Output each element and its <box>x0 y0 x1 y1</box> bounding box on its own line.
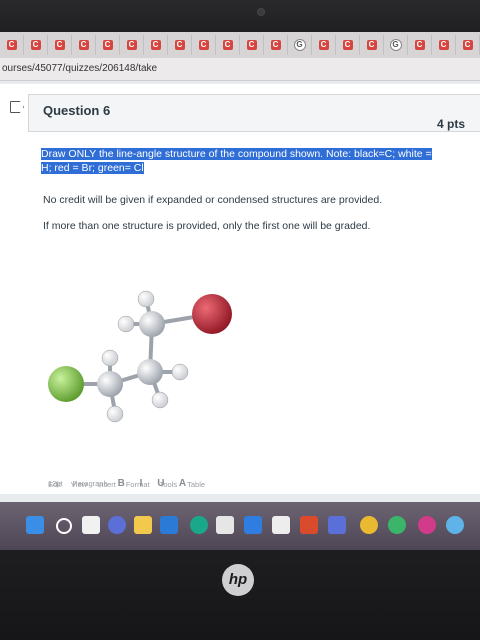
canvas-favicon-icon: C <box>78 40 89 50</box>
first-structure-note: If more than one structure is provided, … <box>43 220 371 232</box>
carbon-atom <box>139 311 165 337</box>
search-icon[interactable] <box>56 518 72 534</box>
canvas-favicon-icon: C <box>54 40 65 50</box>
google-favicon-icon: G <box>389 39 402 51</box>
browser-tab[interactable]: C <box>96 35 120 55</box>
browser-tab[interactable]: C <box>216 35 240 55</box>
canvas-favicon-icon: C <box>246 40 257 50</box>
molecule-model-image <box>48 290 232 423</box>
browser-tab[interactable]: C <box>24 35 48 55</box>
format-buttons[interactable]: B I U A <box>118 478 192 489</box>
canvas-favicon-icon: C <box>462 40 473 50</box>
font-size-select[interactable]: 12pt <box>48 479 63 488</box>
browser-tab[interactable]: C <box>0 35 24 55</box>
hydrogen-atom <box>106 405 124 423</box>
hydrogen-atom <box>171 363 189 381</box>
question-instruction: Draw ONLY the line-angle structure of th… <box>41 147 461 175</box>
paragraph-select[interactable]: Paragraph <box>73 479 108 488</box>
browser-tab[interactable]: C <box>48 35 72 55</box>
canvas-favicon-icon: C <box>438 40 449 50</box>
webcam <box>257 8 265 16</box>
media-icon[interactable] <box>418 516 436 534</box>
photos-icon[interactable] <box>446 516 464 534</box>
hydrogen-atom <box>101 349 119 367</box>
chlorine-atom <box>48 366 84 402</box>
google-favicon-icon: G <box>293 39 306 51</box>
quiz-content: Question 6 4 pts Draw ONLY the line-angl… <box>0 84 480 494</box>
hydrogen-atom <box>117 315 135 333</box>
canvas-favicon-icon: C <box>366 40 377 50</box>
canvas-favicon-icon: C <box>318 40 329 50</box>
laptop-bezel-top <box>0 0 480 34</box>
windows-start-icon[interactable] <box>26 516 44 534</box>
office-icon[interactable] <box>300 516 318 534</box>
browser-tab[interactable]: C <box>336 35 360 55</box>
canvas-favicon-icon: C <box>270 40 281 50</box>
canvas-favicon-icon: C <box>198 40 209 50</box>
browser-tab[interactable]: C <box>72 35 96 55</box>
question-points: 4 pts <box>436 117 465 131</box>
teams-icon[interactable] <box>328 516 346 534</box>
browser-tab[interactable]: C <box>264 35 288 55</box>
canvas-favicon-icon: C <box>342 40 353 50</box>
amazon-icon[interactable] <box>272 516 290 534</box>
browser-tab[interactable]: C <box>408 35 432 55</box>
browser-tab[interactable]: C <box>144 35 168 55</box>
instruction-line-1: Draw ONLY the line-angle structure of th… <box>41 148 432 160</box>
address-bar[interactable]: ourses/45077/quizzes/206148/take <box>0 58 480 81</box>
carbon-atom <box>137 359 163 385</box>
browser-tab[interactable]: C <box>168 35 192 55</box>
store-icon[interactable] <box>160 516 178 534</box>
file-explorer-icon[interactable] <box>134 516 152 534</box>
windows-taskbar <box>0 502 480 550</box>
bromine-atom <box>192 294 232 334</box>
hydrogen-atom <box>151 391 169 409</box>
hp-logo: hp <box>222 564 254 596</box>
browser-tab[interactable]: C <box>312 35 336 55</box>
edge-icon[interactable] <box>190 516 208 534</box>
canvas-favicon-icon: C <box>102 40 113 50</box>
canvas-favicon-icon: C <box>6 40 17 50</box>
canvas-favicon-icon: C <box>414 40 425 50</box>
chat-icon[interactable] <box>108 516 126 534</box>
browser-tab[interactable]: G <box>288 35 312 55</box>
browser-tab[interactable]: C <box>456 35 480 55</box>
question-header: Question 6 4 pts <box>28 94 480 132</box>
chrome-icon[interactable] <box>360 516 378 534</box>
browser-tab[interactable]: C <box>192 35 216 55</box>
no-credit-note: No credit will be given if expanded or c… <box>43 194 383 206</box>
browser-tab[interactable]: C <box>120 35 144 55</box>
canvas-favicon-icon: C <box>222 40 233 50</box>
hydrogen-atom <box>137 290 155 308</box>
instruction-line-2: H; red = Br; green= Cl <box>41 162 144 174</box>
dropbox-icon[interactable] <box>244 516 262 534</box>
browser-tab[interactable]: C <box>432 35 456 55</box>
browser-tab[interactable]: C <box>360 35 384 55</box>
question-title: Question 6 <box>43 103 111 118</box>
browser-tab[interactable]: G <box>384 35 408 55</box>
app-icon[interactable] <box>216 516 234 534</box>
canvas-favicon-icon: C <box>150 40 161 50</box>
url-text: ourses/45077/quizzes/206148/take <box>2 63 158 74</box>
editor-toolbar: 12pt Paragraph B I U A <box>48 478 192 489</box>
canvas-favicon-icon: C <box>126 40 137 50</box>
canvas-favicon-icon: C <box>30 40 41 50</box>
flag-question-icon[interactable] <box>10 101 24 113</box>
canvas-favicon-icon: C <box>174 40 185 50</box>
browser-tab-strip: CCCCCCCCCCCCGCCCGCCC <box>0 32 480 58</box>
carbon-atom <box>97 371 123 397</box>
maps-icon[interactable] <box>388 516 406 534</box>
screen: C C C C C C C C C C C C G C C C G C C C ourses/45077/quizze… <box>0 32 480 550</box>
browser-tab[interactable]: C <box>240 35 264 55</box>
task-view-icon[interactable] <box>82 516 100 534</box>
